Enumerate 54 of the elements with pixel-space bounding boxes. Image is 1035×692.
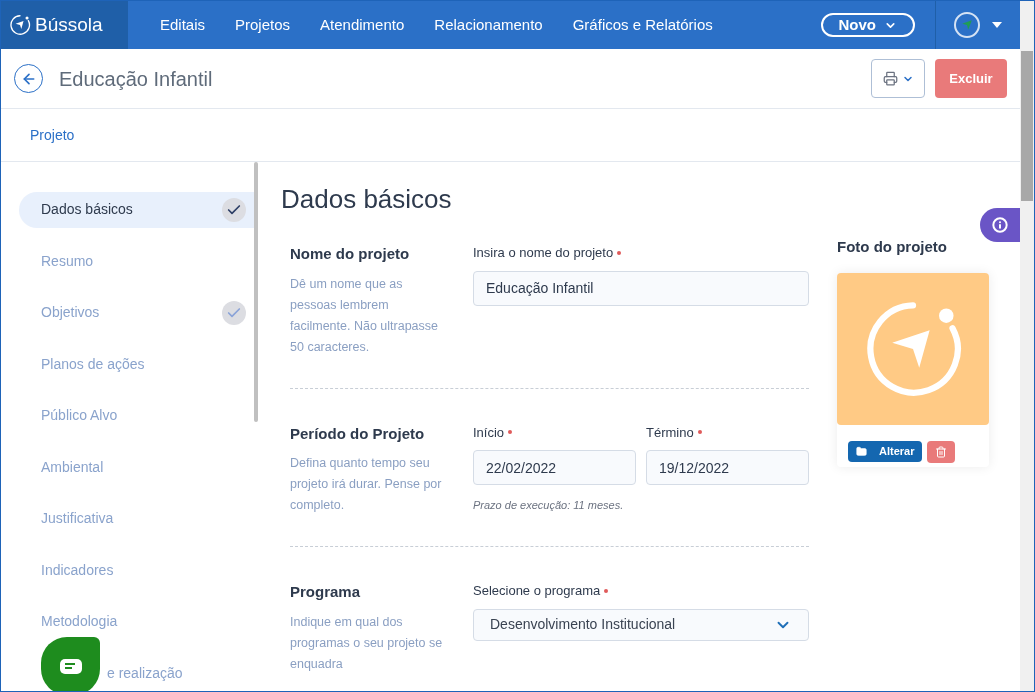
- text-input[interactable]: 22/02/2022: [473, 450, 636, 485]
- text-input[interactable]: 19/12/2022: [646, 450, 809, 485]
- field-label: Selecione o programa: [473, 582, 601, 600]
- project-tab[interactable]: Projeto: [30, 124, 75, 146]
- caret-icon[interactable]: [992, 22, 1002, 28]
- field-label: Término: [646, 423, 694, 442]
- info-icon: [992, 217, 1008, 233]
- field-label: Início: [473, 423, 505, 442]
- page-title: Dados básicos: [281, 183, 453, 216]
- section-description: Dê um nome que as pessoas lembrem facilmente. Não ultrapasse 50 caracteres.: [290, 275, 439, 356]
- page-scrollbar[interactable]: [1020, 1, 1034, 691]
- sidebar-item[interactable]: e realização: [19, 655, 254, 691]
- program-select[interactable]: Desenvolvimento Institucional: [473, 608, 809, 641]
- section-title: Nome do projeto: [290, 244, 411, 264]
- printer-icon: [882, 71, 898, 86]
- chat-icon: [59, 658, 82, 674]
- nav-link[interactable]: Gráficos e Relatórios: [572, 13, 713, 37]
- nav-link[interactable]: Projetos: [235, 13, 291, 37]
- delete-photo-button[interactable]: [927, 440, 956, 463]
- sidebar-scrollbar[interactable]: [254, 162, 258, 422]
- check-icon: [222, 300, 246, 325]
- trash-icon: [935, 445, 948, 458]
- chat-button[interactable]: [41, 637, 100, 691]
- check-icon: [222, 197, 246, 222]
- section-description: Indique em qual dos programas o seu projeto se enquadra: [290, 613, 444, 673]
- sidebar-item[interactable]: Indicadores: [19, 552, 254, 588]
- field-label: Insira o nome do projeto: [473, 244, 614, 262]
- sidebar-item[interactable]: Justificativa: [19, 501, 254, 537]
- delete-button[interactable]: Excluir: [935, 59, 1007, 98]
- sidebar-item[interactable]: Objetivos: [19, 295, 254, 331]
- change-photo-button[interactable]: Alterar: [848, 440, 923, 462]
- section-description: Defina quanto tempo seu projeto irá durar. Pense por completo.: [290, 455, 443, 514]
- nav-link[interactable]: Relacionamento: [434, 13, 543, 37]
- nav-link[interactable]: Atendimento: [320, 13, 405, 37]
- sidebar-item[interactable]: Público Alvo: [19, 398, 254, 434]
- sidebar-item[interactable]: Ambiental: [19, 449, 254, 485]
- new-dropdown-button[interactable]: Novo: [820, 13, 915, 37]
- photo-title: Foto do projeto: [837, 237, 948, 257]
- sidebar-item[interactable]: Planos de ações: [19, 346, 254, 382]
- brand-name: Bússola: [35, 12, 103, 37]
- sidebar-item[interactable]: Resumo: [19, 243, 254, 279]
- nav-link[interactable]: Editais: [160, 13, 206, 37]
- sidebar-item[interactable]: Dados básicos: [19, 192, 254, 228]
- folder-icon: [856, 445, 867, 457]
- print-button[interactable]: [871, 59, 925, 98]
- section-title: Programa: [290, 582, 362, 602]
- duration-note: Prazo de execução: 11 meses.: [473, 498, 625, 513]
- info-button[interactable]: [980, 208, 1020, 242]
- section-title: Período do Projeto: [290, 423, 426, 444]
- compass-logo-icon: [9, 14, 31, 36]
- project-title: Educação Infantil: [59, 66, 213, 92]
- sidebar-item[interactable]: Metodologia: [19, 604, 254, 640]
- text-input[interactable]: Educação Infantil: [473, 270, 809, 306]
- user-avatar[interactable]: [954, 12, 980, 38]
